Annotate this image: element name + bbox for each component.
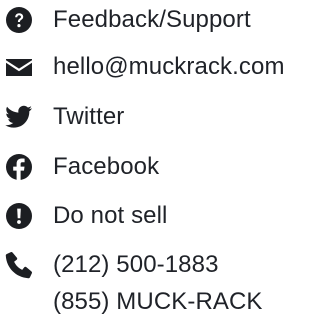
email-label: hello@muckrack.com xyxy=(53,53,285,80)
footer-contact-list: Feedback/Support hello@muckrack.com Twit… xyxy=(0,0,312,319)
phone-number-link[interactable]: (212) 500-1883 xyxy=(53,251,219,279)
phone-icon xyxy=(4,250,34,280)
feedback-support-label: Feedback/Support xyxy=(53,6,251,33)
question-circle-icon xyxy=(4,5,34,35)
facebook-label: Facebook xyxy=(53,153,160,180)
do-not-sell-label: Do not sell xyxy=(53,202,168,229)
envelope-icon xyxy=(4,52,34,82)
facebook-icon xyxy=(4,152,34,182)
phone-vanity-number-link[interactable]: (855) MUCK-RACK xyxy=(53,288,263,316)
exclamation-circle-icon xyxy=(4,201,34,231)
twitter-bird-icon xyxy=(4,102,34,132)
twitter-label: Twitter xyxy=(53,103,125,130)
